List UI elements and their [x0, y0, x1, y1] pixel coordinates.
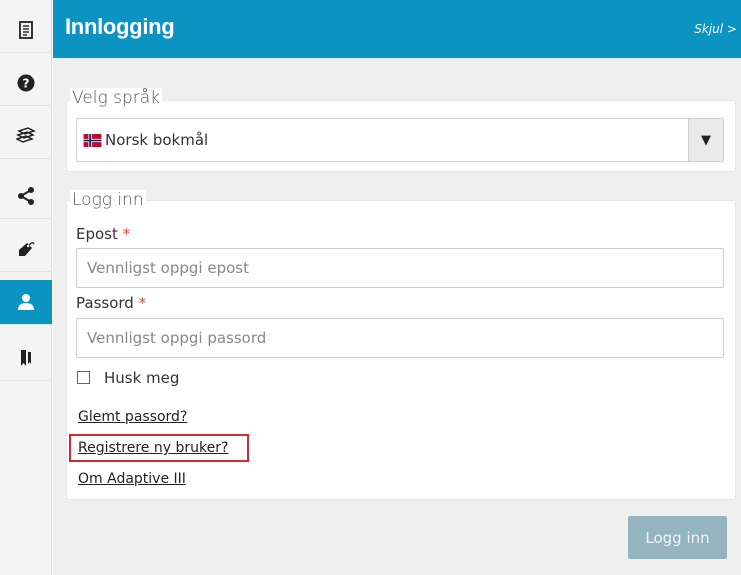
sidebar: ? — [0, 0, 52, 575]
header-bar: Innlogging Skjul > — [53, 0, 741, 58]
share-icon — [18, 187, 34, 205]
about-link[interactable]: Om Adaptive III — [78, 471, 186, 487]
sidebar-item-tag[interactable] — [0, 227, 52, 272]
remember-me-label[interactable]: Husk meg — [104, 369, 179, 387]
email-label-text: Epost — [76, 225, 118, 243]
sidebar-item-layers[interactable] — [0, 114, 52, 159]
norway-flag-icon — [83, 134, 102, 147]
login-legend: Logg inn — [70, 190, 146, 210]
tag-icon — [19, 242, 35, 256]
document-icon — [19, 21, 33, 39]
remember-me-checkbox[interactable] — [77, 371, 90, 384]
email-field[interactable] — [76, 248, 724, 288]
sidebar-item-share[interactable] — [0, 174, 52, 219]
language-select[interactable]: Norsk bokmål ▼ — [76, 118, 724, 162]
sidebar-item-user[interactable] — [0, 280, 52, 325]
required-marker: * — [122, 225, 131, 243]
email-label: Epost * — [76, 225, 130, 243]
sidebar-item-bookmark[interactable] — [0, 336, 52, 381]
login-button[interactable]: Logg inn — [628, 516, 727, 559]
page-title: Innlogging — [65, 14, 175, 39]
password-field[interactable] — [76, 318, 724, 358]
password-label-text: Passord — [76, 294, 134, 312]
sidebar-item-help[interactable]: ? — [0, 61, 52, 106]
layers-icon — [16, 127, 36, 143]
password-label: Passord * — [76, 294, 146, 312]
sidebar-item-document[interactable] — [0, 8, 52, 53]
hide-panel-link[interactable]: Skjul > — [694, 22, 737, 36]
forgot-password-link[interactable]: Glemt passord? — [78, 409, 187, 425]
dropdown-arrow-icon[interactable]: ▼ — [688, 119, 723, 161]
language-legend: Velg språk — [70, 88, 162, 108]
language-selected-value: Norsk bokmål — [105, 131, 209, 149]
user-icon — [18, 294, 34, 310]
help-icon: ? — [17, 74, 35, 92]
required-marker: * — [138, 294, 147, 312]
bookmark-icon — [21, 350, 31, 366]
register-user-link[interactable]: Registrere ny bruker? — [78, 440, 228, 456]
svg-text:?: ? — [23, 77, 30, 91]
